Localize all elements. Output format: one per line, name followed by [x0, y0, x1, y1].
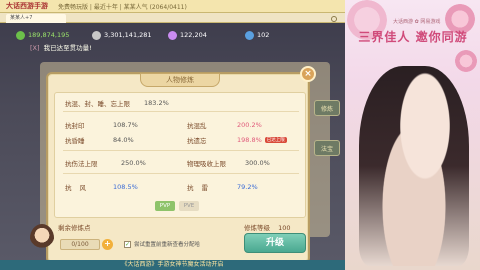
app-logo: 大话西游手游	[6, 2, 48, 10]
tab-pvp[interactable]: PVP	[155, 201, 175, 211]
divider	[63, 111, 299, 112]
row-thunder: 抗雷 79.2%	[187, 181, 258, 193]
row-wind: 抗风 108.5%	[65, 181, 138, 193]
title-bar: 大话西游手游 免费畅玩版 | 最近十年 | 某某人气 (2064/0411)	[0, 0, 345, 13]
upgrade-button[interactable]: 升级	[244, 233, 306, 253]
divider	[63, 150, 299, 151]
pet-avatar	[30, 224, 54, 252]
remaining-points-label: 剩余修炼点	[58, 224, 91, 232]
green-currency-value: 189,874,195	[28, 31, 70, 39]
level-value: 100	[278, 224, 291, 232]
gem-coin-icon	[168, 30, 177, 40]
reset-checkbox[interactable]: ✓	[124, 240, 131, 248]
label-seal: 抗封印	[65, 122, 85, 130]
row-phys-cap: 物理吸收上限 300.0%	[187, 157, 270, 169]
system-message-text: 我已达至贯功量!	[43, 44, 92, 52]
ad-banner[interactable]: 大话西游 ✿ 网易游戏 三界佳人 邀你同游	[345, 0, 480, 270]
tab-current[interactable]: 某某人+7	[6, 14, 66, 23]
label-forget: 抗遗忘	[187, 137, 207, 145]
remaining-points-counter: 0/100	[60, 239, 100, 250]
hud-green-currency: 189,874,195	[16, 28, 69, 42]
reset-option[interactable]: ✓ 尝试重置前重新查看分配哈	[124, 240, 200, 248]
value-cap: 183.2%	[144, 99, 169, 107]
cultivation-level: 修炼等级 100	[244, 222, 291, 232]
game-window: 大话西游手游 免费畅玩版 | 最近十年 | 某某人气 (2064/0411) 某…	[0, 0, 345, 270]
value-phys-cap: 300.0%	[245, 159, 270, 167]
value-thunder: 79.2%	[237, 183, 258, 191]
tab-bar: 某某人+7	[0, 13, 345, 23]
ad-headline: 三界佳人 邀你同游	[358, 30, 468, 44]
blue-currency-value: 102	[257, 31, 270, 39]
label-cap: 抗混、封、睡、忘上限	[65, 100, 130, 108]
blue-coin-icon	[245, 30, 254, 40]
side-button-cultivation[interactable]: 修炼	[314, 100, 340, 116]
label-thunder: 抗雷	[187, 184, 216, 192]
hud-blue-currency: 102	[245, 28, 269, 42]
add-points-button[interactable]: +	[102, 239, 113, 250]
settings-gear-icon[interactable]	[331, 16, 337, 22]
silver-coin-icon	[92, 30, 101, 40]
value-chaos: 200.2%	[237, 121, 262, 129]
flower-decoration	[455, 50, 477, 72]
tab-pve[interactable]: PVE	[179, 201, 199, 211]
row-cap: 抗混、封、睡、忘上限 183.2%	[65, 97, 169, 109]
max-badge: 已达上限	[264, 137, 287, 143]
row-chaos: 抗混乱 200.2%	[187, 119, 262, 131]
system-message: [X] 我已达至贯功量!	[30, 42, 92, 52]
value-sleep: 84.0%	[113, 136, 134, 144]
green-coin-icon	[16, 30, 25, 40]
ad-brand: 大话西游 ✿ 网易游戏	[393, 19, 441, 25]
row-spell-cap: 抗伤法上限 250.0%	[65, 157, 146, 169]
silver-currency-value: 3,301,141,281	[104, 31, 152, 39]
hud-silver-currency: 3,301,141,281	[92, 28, 152, 42]
label-chaos: 抗混乱	[187, 122, 207, 130]
system-message-tag: [X]	[30, 44, 40, 52]
bottom-ticker: 《大话西游》手游女神节魔女活动开启	[0, 260, 345, 270]
value-seal: 108.7%	[113, 121, 138, 129]
divider	[63, 173, 299, 174]
label-spell-cap: 抗伤法上限	[65, 160, 98, 168]
window-title-text: 免费畅玩版 | 最近十年 | 某某人气 (2064/0411)	[58, 3, 187, 11]
cultivation-panel: 人物修炼 × 抗混、封、睡、忘上限 183.2% 抗封印 108.7% 抗混乱 …	[30, 66, 316, 264]
level-label: 修炼等级	[244, 224, 270, 232]
attribute-list: 抗混、封、睡、忘上限 183.2% 抗封印 108.7% 抗混乱 200.2% …	[54, 92, 306, 218]
row-seal: 抗封印 108.7%	[65, 119, 138, 131]
mode-tabs: PVP PVE	[155, 201, 199, 211]
label-phys-cap: 物理吸收上限	[187, 160, 226, 168]
label-sleep: 抗昏睡	[65, 137, 85, 145]
gem-currency-value: 122,204	[180, 31, 207, 39]
close-button[interactable]: ×	[300, 66, 316, 82]
hud-gold-currency: 122,204	[168, 28, 207, 42]
value-wind: 108.5%	[113, 183, 138, 191]
bottom-controls: 剩余修炼点 0/100 + ✓ 尝试重置前重新查看分配哈 修炼等级 100 升级	[30, 220, 306, 260]
side-button-treasure[interactable]: 法宝	[314, 140, 340, 156]
label-wind: 抗风	[65, 184, 94, 192]
value-spell-cap: 250.0%	[121, 159, 146, 167]
model-portrait-image	[359, 66, 469, 266]
reset-label: 尝试重置前重新查看分配哈	[134, 242, 201, 248]
value-forget: 198.8%	[237, 136, 262, 144]
panel-title: 人物修炼	[140, 73, 220, 87]
row-forget: 抗遗忘 198.8% 已达上限	[187, 134, 287, 146]
row-sleep: 抗昏睡 84.0%	[65, 134, 134, 146]
